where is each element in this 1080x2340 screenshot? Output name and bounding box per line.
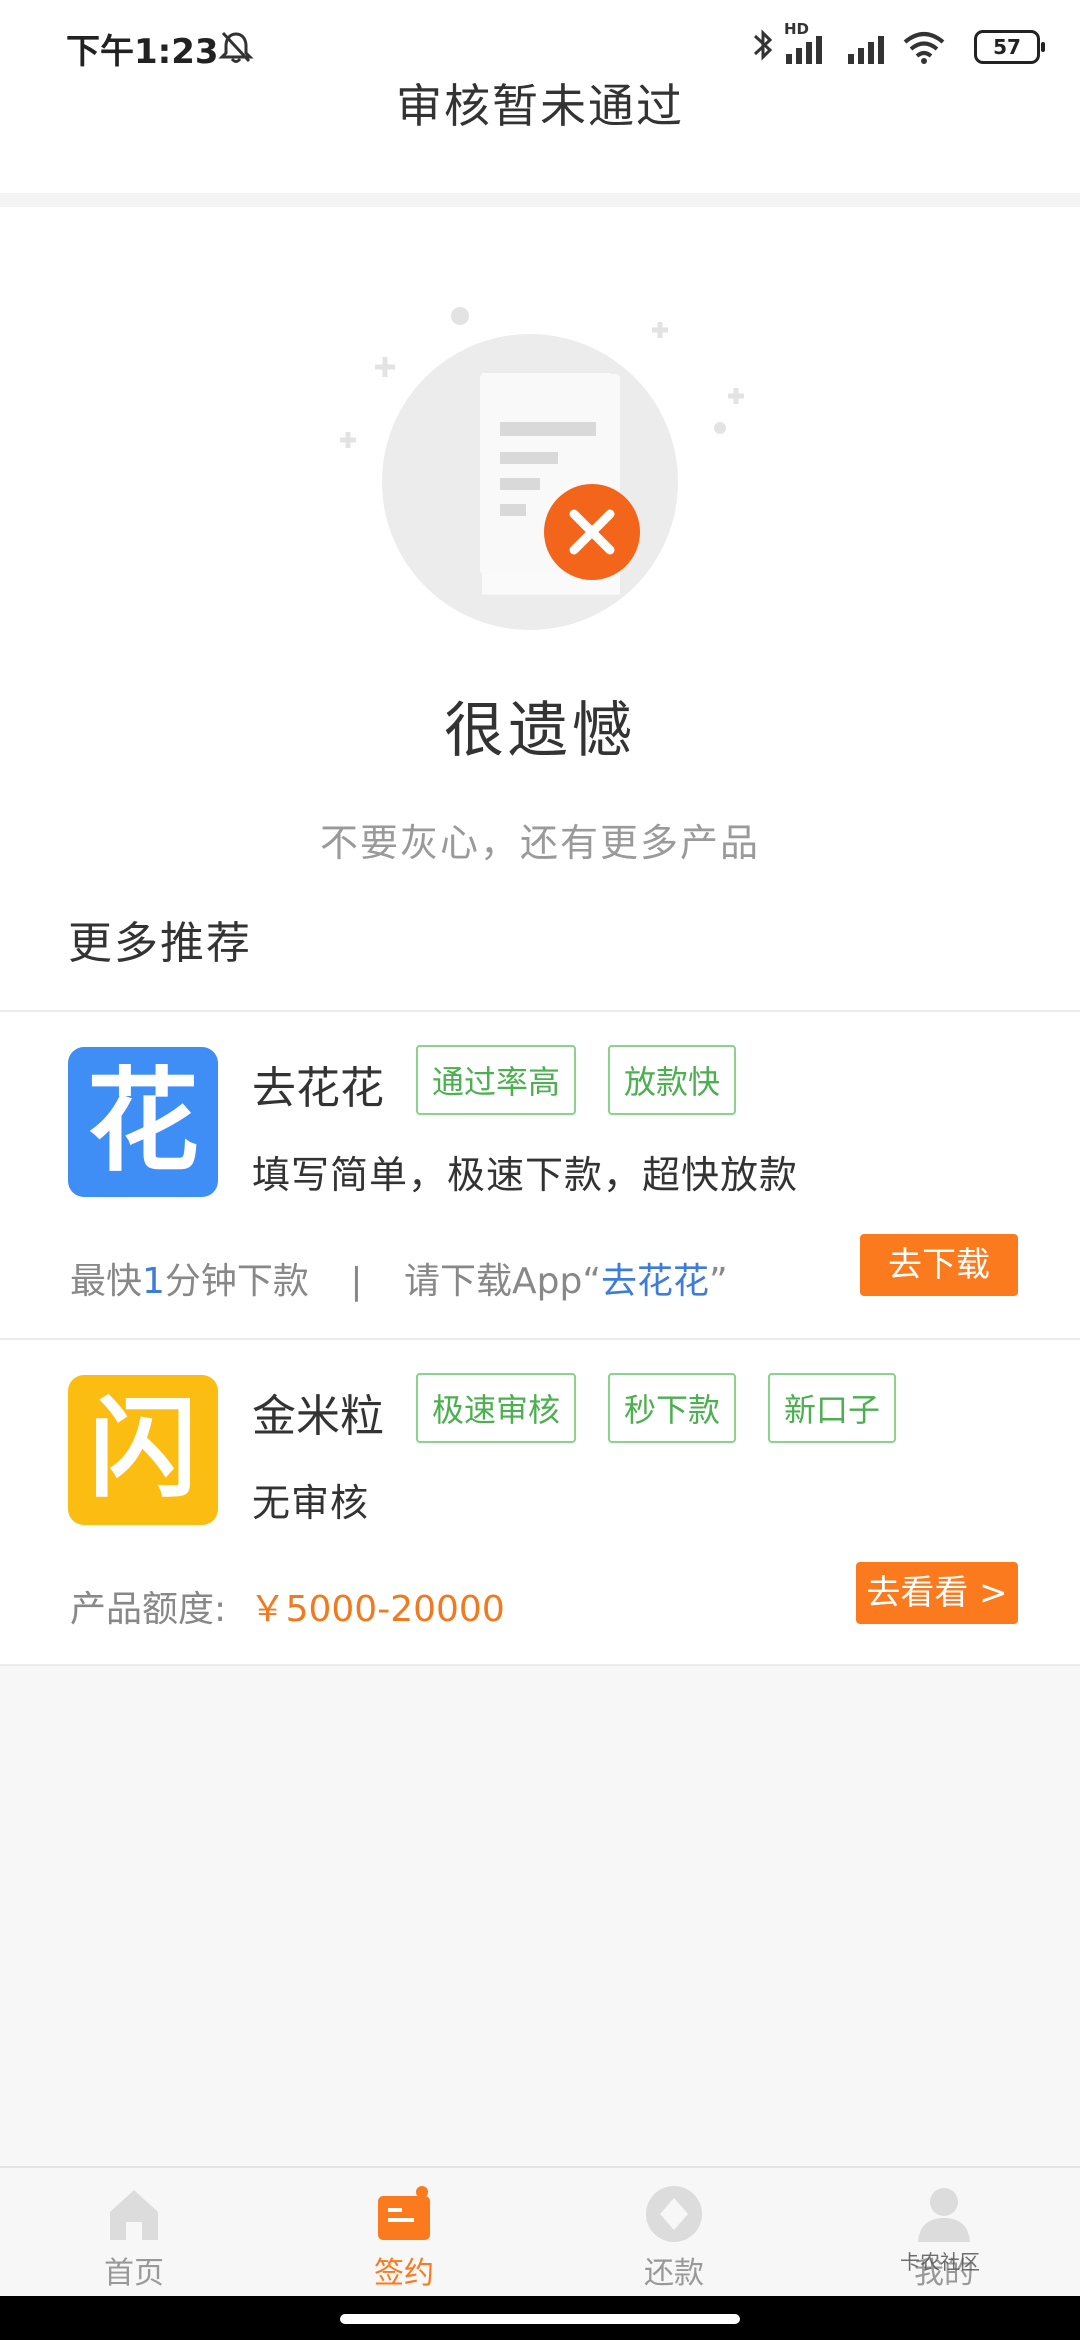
product-tag: 极速审核 [416, 1373, 576, 1443]
status-icons: HD 57 [750, 20, 1045, 66]
product-tag: 通过率高 [416, 1045, 576, 1115]
meta-number: 1 [142, 1261, 165, 1302]
tab-home[interactable]: 首页 [44, 2184, 224, 2294]
download-button[interactable]: 去下载 [860, 1234, 1018, 1296]
system-nav-bar [0, 2296, 1080, 2340]
product-name: 金米粒 [252, 1391, 384, 1442]
bluetooth-icon [753, 29, 773, 61]
rejected-document-illustration [340, 307, 744, 630]
product-card-jinmili[interactable]: 闪 金米粒 极速审核 秒下款 新口子 无审核 产品额度: ￥5000-20000… [0, 1340, 1080, 1666]
meta-download-prefix: 请下载App“ [403, 1261, 601, 1302]
bottom-tab-bar: 首页 签约 还款 我的 [0, 2166, 1080, 2298]
tab-label: 首页 [104, 2256, 164, 2291]
tab-contract[interactable]: 签约 [314, 2184, 494, 2294]
watermark: 卡农社区 [900, 2250, 980, 2274]
product-card-quhuahua[interactable]: 花 去花花 通过率高 放款快 填写简单，极速下款，超快放款 最快1分钟下款 | … [0, 1012, 1080, 1338]
repay-icon [646, 2186, 702, 2242]
contract-icon [378, 2186, 430, 2240]
meta-amount: ￥5000-20000 [249, 1589, 505, 1630]
product-desc: 无审核 [252, 1481, 370, 1525]
meta-download-suffix: ” [708, 1261, 728, 1302]
top-bar: 下午1:23 HD 57 审核暂未通过 [0, 0, 1080, 193]
result-subtitle: 不要灰心，还有更多产品 [319, 821, 760, 865]
product-tag: 秒下款 [608, 1373, 736, 1443]
profile-icon [918, 2188, 970, 2242]
product-meta: 最快1分钟下款 | 请下载App“去花花” [70, 1252, 728, 1304]
wifi-icon [903, 32, 945, 64]
status-time: 下午1:23 [66, 32, 219, 72]
jinmili-logo-glyph: 闪 [88, 1387, 197, 1512]
quhuahua-app-icon: 花 [68, 1047, 218, 1197]
section-divider [0, 193, 1080, 207]
divider [0, 1664, 1080, 1666]
page-title: 审核暂未通过 [396, 79, 684, 133]
meta-suffix: 分钟下款 [164, 1261, 309, 1302]
meta-separator: | [350, 1261, 363, 1302]
jinmili-app-icon: 闪 [68, 1375, 218, 1525]
main-content: 很遗憾 不要灰心，还有更多产品 更多推荐 花 去花花 通过率高 放款快 填写简单… [0, 207, 1080, 1666]
bell-off-icon [218, 31, 254, 63]
product-tag: 新口子 [768, 1373, 896, 1443]
battery-icon: 57 [974, 30, 1045, 64]
product-tag: 放款快 [608, 1045, 736, 1115]
view-button[interactable]: 去看看 > [856, 1562, 1018, 1624]
meta-download-name: 去花花 [600, 1261, 709, 1302]
product-name: 去花花 [252, 1063, 384, 1114]
tab-label: 签约 [374, 2256, 434, 2291]
home-icon [110, 2190, 158, 2240]
product-meta: 产品额度: ￥5000-20000 [70, 1580, 505, 1632]
product-desc: 填写简单，极速下款，超快放款 [252, 1153, 799, 1197]
meta-label: 产品额度: [70, 1589, 227, 1630]
tab-repay[interactable]: 还款 [584, 2184, 764, 2294]
tab-profile[interactable]: 我的 [854, 2184, 1034, 2294]
signal-icon [786, 36, 822, 64]
signal-icon [848, 36, 884, 64]
result-title: 很遗憾 [444, 696, 636, 766]
meta-prefix: 最快 [70, 1261, 143, 1302]
quhuahua-logo-glyph: 花 [87, 1057, 199, 1187]
home-indicator[interactable] [340, 2314, 740, 2324]
recommend-section-title: 更多推荐 [68, 918, 252, 969]
battery-level: 57 [993, 35, 1021, 59]
tab-label: 还款 [644, 2256, 704, 2291]
